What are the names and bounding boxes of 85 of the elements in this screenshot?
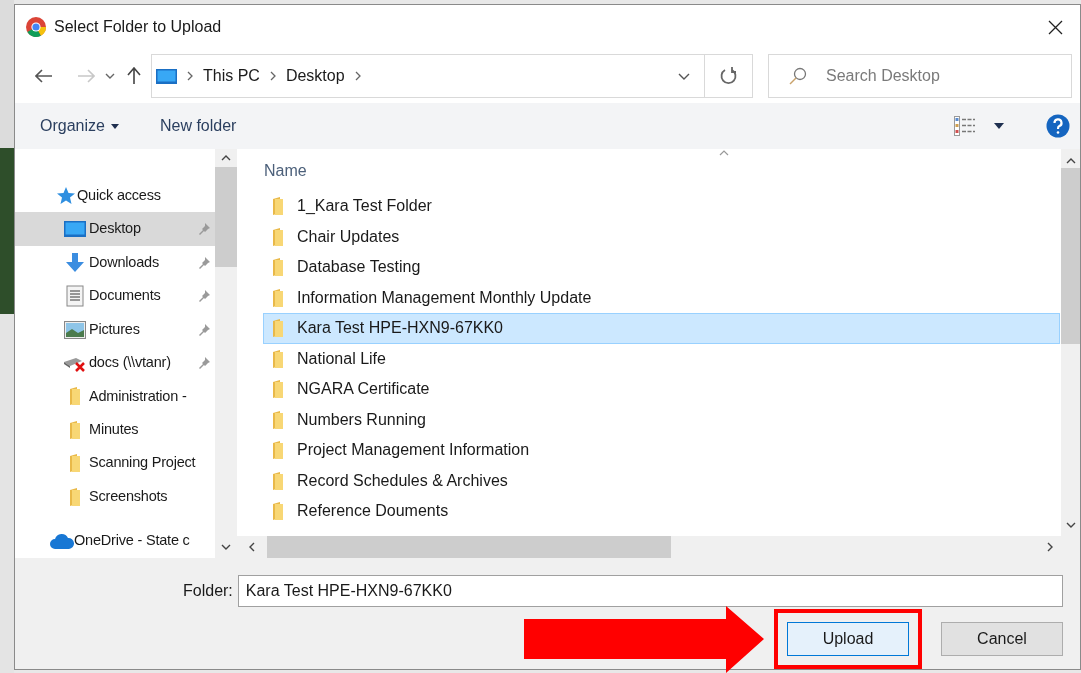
sidebar-item[interactable]: Minutes — [15, 413, 215, 447]
up-button[interactable] — [125, 65, 143, 87]
scrollbar-thumb[interactable] — [1061, 168, 1080, 344]
sidebar-item[interactable]: Quick access — [15, 179, 215, 213]
folder-row[interactable]: 1_Kara Test Folder — [263, 191, 1060, 222]
folder-icon — [272, 441, 284, 460]
cancel-button[interactable]: Cancel — [941, 622, 1063, 656]
folder-row[interactable]: National Life — [263, 343, 1060, 374]
sidebar-item[interactable]: Screenshots — [15, 480, 215, 514]
search-field[interactable]: Search Desktop — [768, 54, 1072, 98]
folder-icon — [69, 487, 81, 506]
folder-row[interactable]: Record Schedules & Archives — [263, 465, 1060, 496]
help-icon[interactable] — [1046, 114, 1070, 138]
sidebar-item[interactable]: OneDrive - State c — [15, 524, 215, 558]
refresh-icon — [719, 67, 738, 85]
chevron-right-icon — [269, 71, 276, 81]
document-icon — [66, 285, 84, 308]
chrome-logo-icon — [25, 16, 47, 38]
folder-row[interactable]: Database Testing — [263, 252, 1060, 283]
folder-row[interactable]: Information Management Monthly Update — [263, 282, 1060, 313]
chevron-up-icon — [221, 155, 231, 161]
upload-button[interactable]: Upload — [787, 622, 909, 656]
vertical-scrollbar[interactable] — [1061, 149, 1080, 536]
sidebar-item[interactable]: Scanning Project — [15, 446, 215, 481]
forward-arrow-icon — [77, 69, 95, 83]
sidebar-item[interactable]: Pictures — [15, 312, 215, 347]
folder-icon — [272, 258, 284, 277]
details-view-icon[interactable] — [954, 116, 976, 136]
folder-name-field[interactable]: Kara Test HPE-HXN9-67KK0 — [237, 575, 1063, 607]
caret-icon[interactable] — [994, 123, 1004, 129]
chevron-right-icon — [354, 71, 361, 81]
folder-icon — [272, 349, 284, 368]
desktop-icon — [64, 221, 86, 238]
folder-icon — [272, 227, 284, 246]
sort-ascending-icon — [719, 150, 729, 156]
desktop-icon — [156, 68, 177, 84]
folder-row[interactable]: Reference Douments — [263, 496, 1060, 527]
folder-icon — [272, 288, 284, 307]
folder-icon — [272, 502, 284, 521]
organize-menu-button[interactable]: Organize — [40, 114, 119, 138]
chevron-down-icon[interactable] — [678, 72, 690, 80]
sidebar-item[interactable]: Administration - — [15, 379, 215, 414]
folder-icon — [272, 319, 284, 338]
sidebar-item[interactable]: Downloads — [15, 245, 215, 280]
back-arrow-icon — [35, 69, 53, 83]
breadcrumb-item[interactable]: This PC — [203, 64, 260, 88]
sidebar-item[interactable]: Desktop — [15, 212, 215, 246]
name-column-header[interactable]: Name — [264, 159, 307, 183]
sidebar-scrollbar[interactable] — [215, 149, 237, 558]
folder-row[interactable]: Kara Test HPE-HXN9-67KK0 — [263, 313, 1060, 344]
picture-icon — [64, 320, 86, 339]
scrollbar-thumb[interactable] — [267, 536, 671, 558]
folder-row[interactable]: Chair Updates — [263, 221, 1060, 252]
chevron-right-icon — [1047, 542, 1053, 552]
folder-label: Folder: — [183, 581, 233, 601]
folder-icon — [69, 387, 81, 406]
folder-icon — [69, 454, 81, 473]
folder-row[interactable]: Numbers Running — [263, 404, 1060, 435]
window-title: Select Folder to Upload — [54, 17, 222, 37]
up-arrow-icon — [127, 67, 141, 85]
folder-icon — [69, 420, 81, 439]
chevron-down-icon — [221, 544, 231, 550]
chevron-down-icon — [1065, 522, 1076, 528]
folder-icon — [272, 471, 284, 490]
folder-icon — [272, 410, 284, 429]
star-icon — [55, 186, 75, 205]
address-bar[interactable]: This PC Desktop — [151, 54, 753, 98]
chevron-down-icon — [105, 73, 115, 79]
cloud-icon — [50, 533, 74, 550]
chevron-up-icon — [1065, 158, 1076, 164]
new-folder-button[interactable]: New folder — [159, 114, 237, 138]
download-arrow-icon — [65, 252, 85, 273]
folder-row[interactable]: Project Management Information — [263, 435, 1060, 466]
breadcrumb-item[interactable]: Desktop — [285, 64, 345, 88]
close-icon — [1047, 19, 1063, 35]
folder-icon — [272, 197, 284, 216]
sidebar-item[interactable]: Documents — [15, 279, 215, 313]
caret-icon — [110, 123, 119, 129]
chevron-left-icon — [249, 542, 255, 552]
search-icon — [789, 67, 807, 85]
folder-row[interactable]: NGARA Certificate — [263, 374, 1060, 405]
sidebar-item[interactable]: docs (\\vtanr) — [15, 346, 215, 380]
scrollbar-thumb[interactable] — [215, 167, 237, 267]
chevron-right-icon — [187, 71, 193, 81]
folder-icon — [272, 380, 284, 399]
